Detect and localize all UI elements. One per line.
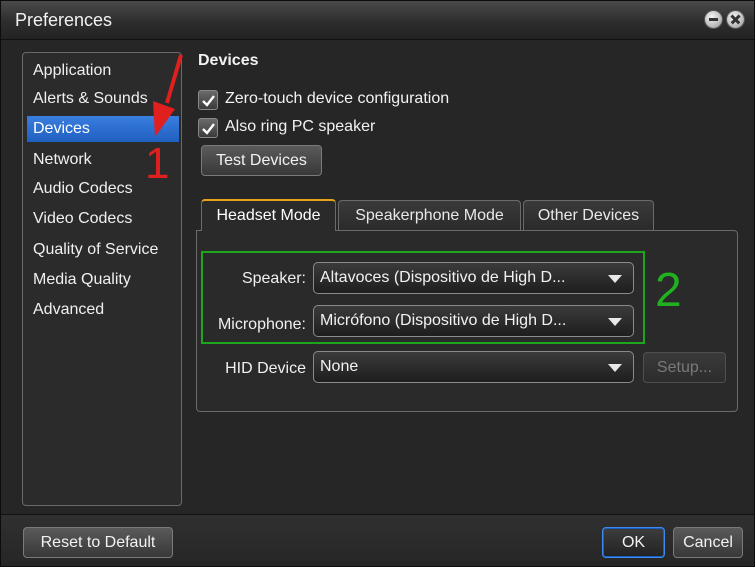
sidebar-item-advanced[interactable]: Advanced bbox=[27, 297, 179, 323]
sidebar-item-label: Alerts & Sounds bbox=[33, 90, 148, 107]
sidebar-item-label: Application bbox=[33, 62, 112, 79]
ok-button[interactable]: OK bbox=[602, 527, 665, 558]
tab-label: Speakerphone Mode bbox=[355, 207, 504, 224]
tab-label: Headset Mode bbox=[216, 207, 321, 224]
tab-other-devices[interactable]: Other Devices bbox=[523, 200, 654, 231]
window-title: Preferences bbox=[15, 10, 113, 30]
ring-pc-speaker-label: Also ring PC speaker bbox=[225, 118, 376, 135]
annotation-step-2: 2 bbox=[655, 264, 682, 317]
hid-device-select[interactable]: None bbox=[313, 351, 634, 383]
sidebar-item-quality-of-service[interactable]: Quality of Service bbox=[27, 237, 179, 263]
tab-headset-mode[interactable]: Headset Mode bbox=[201, 199, 336, 231]
zero-touch-label: Zero-touch device configuration bbox=[225, 90, 450, 107]
reset-to-default-button[interactable]: Reset to Default bbox=[23, 527, 173, 558]
checkbox-checked-icon[interactable] bbox=[198, 90, 218, 110]
chevron-down-icon bbox=[608, 364, 622, 372]
annotation-step-1: 1 bbox=[145, 139, 170, 188]
sidebar-item-label: Quality of Service bbox=[33, 241, 159, 258]
sidebar-item-label: Video Codecs bbox=[33, 210, 133, 227]
sidebar-item-label: Devices bbox=[33, 120, 90, 137]
sidebar-item-label: Media Quality bbox=[33, 271, 131, 288]
minimize-icon[interactable] bbox=[705, 11, 722, 28]
cancel-button[interactable]: Cancel bbox=[673, 527, 743, 558]
sidebar-item-media-quality[interactable]: Media Quality bbox=[27, 267, 179, 293]
title-bar[interactable]: Preferences bbox=[1, 1, 754, 40]
setup-button[interactable]: Setup... bbox=[643, 352, 726, 383]
tab-speakerphone-mode[interactable]: Speakerphone Mode bbox=[338, 200, 521, 231]
sidebar-item-label: Network bbox=[33, 151, 92, 168]
checkbox-checked-icon[interactable] bbox=[198, 118, 218, 138]
close-icon[interactable] bbox=[727, 11, 744, 28]
sidebar-item-video-codecs[interactable]: Video Codecs bbox=[27, 206, 179, 232]
tab-label: Other Devices bbox=[537, 207, 640, 224]
annotation-arrow-icon bbox=[153, 54, 183, 137]
section-title: Devices bbox=[198, 52, 259, 69]
annotation-highlight-box bbox=[201, 251, 645, 344]
hid-device-label: HID Device bbox=[225, 360, 306, 377]
preferences-window: Preferences Application Alerts & Sounds … bbox=[0, 0, 755, 567]
sidebar-item-label: Advanced bbox=[33, 301, 105, 318]
test-devices-button[interactable]: Test Devices bbox=[201, 145, 322, 176]
hid-device-value: None bbox=[320, 358, 359, 375]
sidebar-item-label: Audio Codecs bbox=[33, 180, 133, 197]
